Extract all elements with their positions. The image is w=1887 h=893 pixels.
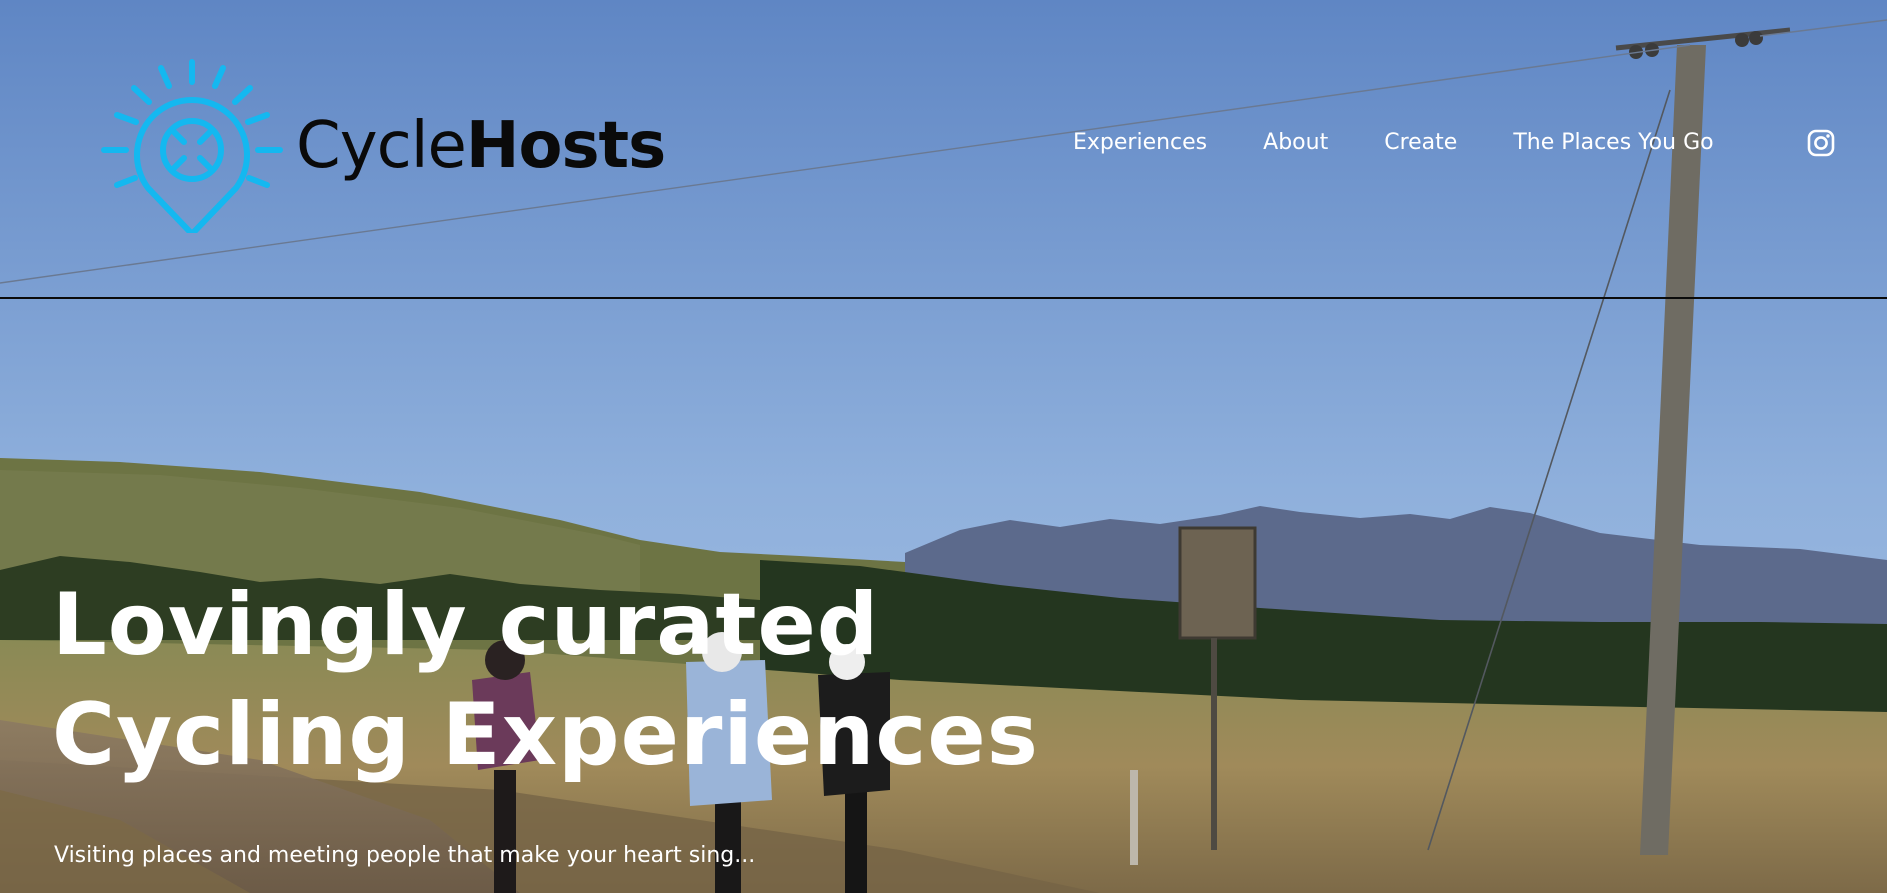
instagram-icon[interactable]	[1807, 129, 1835, 157]
header-divider	[0, 297, 1887, 299]
hero-headline: Lovingly curated Cycling Experiences	[52, 570, 1039, 790]
hero-tagline: Visiting places and meeting people that …	[54, 843, 756, 868]
nav-places-you-go[interactable]: The Places You Go	[1513, 128, 1713, 158]
brand-name-light: Cycle	[296, 108, 467, 183]
nav-experiences[interactable]: Experiences	[1073, 128, 1207, 158]
nav-about[interactable]: About	[1263, 128, 1328, 158]
hero-headline-line-2: Cycling Experiences	[52, 685, 1039, 785]
map-pin-sun-icon	[101, 59, 283, 233]
main-nav: Experiences About Create The Places You …	[1073, 128, 1714, 158]
site-logo[interactable]: CycleHosts	[100, 58, 666, 233]
site-header: CycleHosts Experiences About Create The …	[0, 0, 1887, 299]
brand-wordmark: CycleHosts	[296, 114, 666, 178]
brand-name-bold: Hosts	[465, 108, 666, 183]
hero-headline-line-1: Lovingly curated	[52, 575, 880, 675]
nav-create[interactable]: Create	[1384, 128, 1457, 158]
